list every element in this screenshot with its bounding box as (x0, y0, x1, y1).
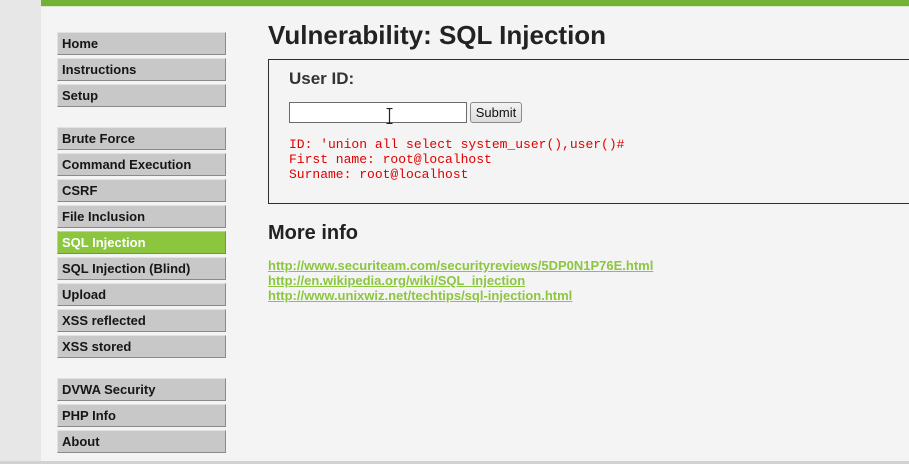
more-info-heading: More info (268, 222, 358, 244)
sidebar-item-php-info[interactable]: PHP Info (57, 404, 226, 427)
sidebar-item-csrf[interactable]: CSRF (57, 179, 226, 202)
sidebar-item-setup[interactable]: Setup (57, 84, 226, 107)
result-line-first-name: First name: root@localhost (289, 152, 492, 167)
more-info-link-wikipedia[interactable]: http://en.wikipedia.org/wiki/SQL_injecti… (268, 273, 525, 288)
text-cursor-icon (386, 108, 393, 124)
user-id-input[interactable] (289, 102, 467, 123)
sidebar-item-home[interactable]: Home (57, 32, 226, 55)
sidebar-item-file-inclusion[interactable]: File Inclusion (57, 205, 226, 228)
sidebar-item-instructions[interactable]: Instructions (57, 58, 226, 81)
result-line-id: ID: 'union all select system_user(),user… (289, 137, 625, 152)
vulnerability-form-box: User ID: Submit ID: 'union all select sy… (268, 59, 909, 204)
page-title: Vulnerability: SQL Injection (268, 20, 607, 50)
sidebar-item-sql-injection-blind[interactable]: SQL Injection (Blind) (57, 257, 226, 280)
submit-button[interactable]: Submit (470, 102, 522, 123)
sidebar-item-upload[interactable]: Upload (57, 283, 226, 306)
more-info-link-securiteam[interactable]: http://www.securiteam.com/securityreview… (268, 258, 653, 273)
user-id-label: User ID: (289, 69, 355, 88)
query-result: ID: 'union all select system_user(),user… (289, 137, 624, 182)
sidebar-item-command-execution[interactable]: Command Execution (57, 153, 226, 176)
sidebar-item-sql-injection[interactable]: SQL Injection (57, 231, 226, 254)
sidebar-item-brute-force[interactable]: Brute Force (57, 127, 226, 150)
sidebar-item-xss-stored[interactable]: XSS stored (57, 335, 226, 358)
more-info-link-unixwiz[interactable]: http://www.unixwiz.net/techtips/sql-inje… (268, 288, 572, 303)
result-line-surname: Surname: root@localhost (289, 167, 469, 182)
sidebar-item-about[interactable]: About (57, 430, 226, 453)
sidebar-item-xss-reflected[interactable]: XSS reflected (57, 309, 226, 332)
top-bar-divider (41, 6, 909, 7)
sidebar-item-dvwa-security[interactable]: DVWA Security (57, 378, 226, 401)
